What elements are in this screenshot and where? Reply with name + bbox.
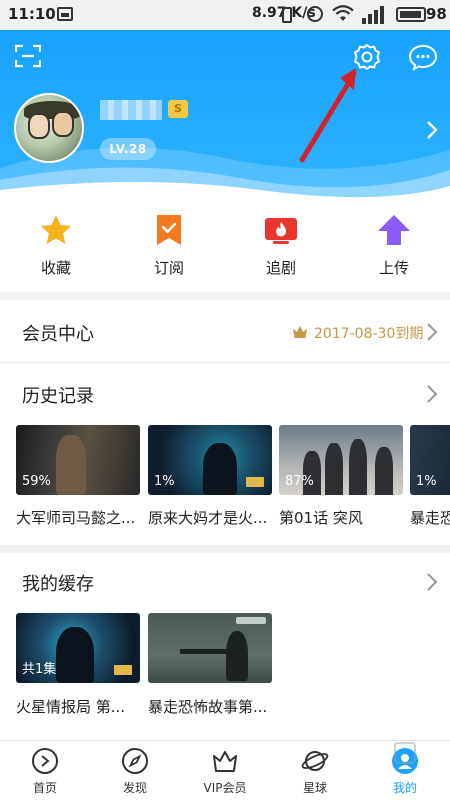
history-thumbnail[interactable]: 1%	[410, 425, 450, 495]
cache-thumbnail[interactable]: 共1集	[16, 613, 140, 683]
tab-label: 我的	[392, 781, 417, 795]
thumbnail-figure	[375, 447, 393, 495]
watch-progress: 59%	[22, 474, 51, 489]
tab-label: VIP会员	[203, 781, 247, 795]
tab-discover[interactable]: 发现	[90, 741, 180, 800]
thumbnail-logo	[246, 477, 264, 487]
crown-icon	[213, 751, 237, 772]
chevron-right-icon[interactable]	[426, 384, 438, 404]
history-thumbnail[interactable]: 1%	[148, 425, 272, 495]
section-separator	[0, 545, 450, 553]
thumbnail-figure	[56, 627, 94, 683]
tab-planet[interactable]: 星球	[270, 741, 360, 800]
status-bar: 11:10 8.97 K/s 98	[0, 0, 450, 30]
thumbnail-figure	[325, 443, 343, 495]
username-redacted	[100, 100, 162, 120]
history-caption: 大军师司马懿之...	[16, 509, 136, 527]
wifi-icon	[332, 5, 354, 21]
divider	[0, 362, 450, 363]
level-badge: LV.28	[100, 138, 156, 160]
membership-expire-date: 2017-08-30到期	[314, 326, 424, 342]
profile-header: S LV.28	[0, 30, 450, 198]
quick-actions: 收藏 订阅 追剧 上传	[0, 205, 450, 291]
cache-title[interactable]: 我的缓存	[22, 570, 94, 596]
annotation-arrow	[299, 68, 357, 163]
quick-action-follow-series[interactable]: 追剧	[241, 205, 321, 291]
watch-progress: 87%	[285, 474, 314, 489]
history-thumbnail[interactable]: 87%	[279, 425, 403, 495]
planet-icon	[301, 751, 329, 771]
bookmark-check-icon	[157, 215, 181, 245]
upload-arrow-icon	[378, 215, 410, 245]
message-icon[interactable]	[408, 43, 438, 71]
chevron-right-icon[interactable]	[426, 120, 438, 140]
signal-icon	[362, 6, 384, 24]
quick-action-upload[interactable]: 上传	[354, 205, 434, 291]
star-icon	[41, 215, 71, 244]
thumbnail-figure	[203, 443, 237, 495]
tab-label: 星球	[302, 781, 327, 795]
cache-caption: 暴走恐怖故事第...	[148, 698, 268, 716]
tab-vip[interactable]: VIP会员	[180, 741, 270, 800]
history-caption: 第01话 突风	[279, 509, 363, 527]
crown-icon	[293, 326, 307, 338]
watch-progress: 1%	[416, 474, 437, 489]
app-root: 11:10 8.97 K/s 98 S LV.28 收藏 订阅 追剧 上传 会员…	[0, 0, 450, 800]
thumbnail-logo	[236, 617, 266, 624]
tab-label: 发现	[122, 781, 147, 795]
section-separator	[0, 292, 450, 300]
alarm-icon	[307, 6, 323, 22]
play-circle-icon	[32, 748, 58, 774]
quick-action-label: 订阅	[153, 259, 184, 277]
watermark	[358, 742, 450, 772]
scan-icon[interactable]	[15, 44, 41, 68]
history-caption: 原来大妈才是火...	[148, 509, 268, 527]
thumbnail-logo	[114, 665, 132, 675]
cache-thumbnail[interactable]	[148, 613, 272, 683]
quick-action-label: 上传	[378, 259, 409, 277]
vibrate-icon	[282, 7, 292, 23]
watch-progress: 1%	[154, 474, 175, 489]
quick-action-subscribe[interactable]: 订阅	[129, 205, 209, 291]
thumbnail-figure	[226, 631, 248, 681]
status-time: 11:10	[8, 5, 56, 23]
quick-action-label: 收藏	[40, 259, 71, 277]
thumbnail-figure	[349, 439, 367, 495]
tab-label: 首页	[32, 781, 57, 795]
history-title[interactable]: 历史记录	[22, 382, 94, 408]
compass-icon	[122, 748, 148, 774]
avatar-face-right	[52, 111, 74, 137]
chevron-right-icon[interactable]	[426, 572, 438, 592]
history-thumbnail[interactable]: 59%	[16, 425, 140, 495]
tv-fire-icon	[265, 218, 297, 244]
image-notification-icon	[57, 7, 73, 21]
avatar-face-left	[28, 113, 50, 139]
membership-center-row[interactable]: 会员中心	[22, 320, 94, 346]
cache-caption: 火星情报局 第...	[16, 698, 126, 716]
chevron-right-icon[interactable]	[426, 322, 438, 342]
thumbnail-detail	[180, 649, 230, 654]
thumbnail-figure	[56, 435, 86, 495]
tab-home[interactable]: 首页	[0, 741, 90, 800]
history-caption: 暴走恐	[410, 509, 450, 527]
watermark-logo	[394, 742, 416, 764]
battery-level: 98	[426, 5, 447, 23]
quick-action-label: 追剧	[265, 259, 296, 277]
quick-action-favorites[interactable]: 收藏	[16, 205, 96, 291]
battery-icon	[396, 7, 426, 22]
episode-count: 共1集	[22, 662, 57, 677]
avatar[interactable]	[14, 93, 84, 163]
vip-badge: S	[168, 100, 188, 118]
